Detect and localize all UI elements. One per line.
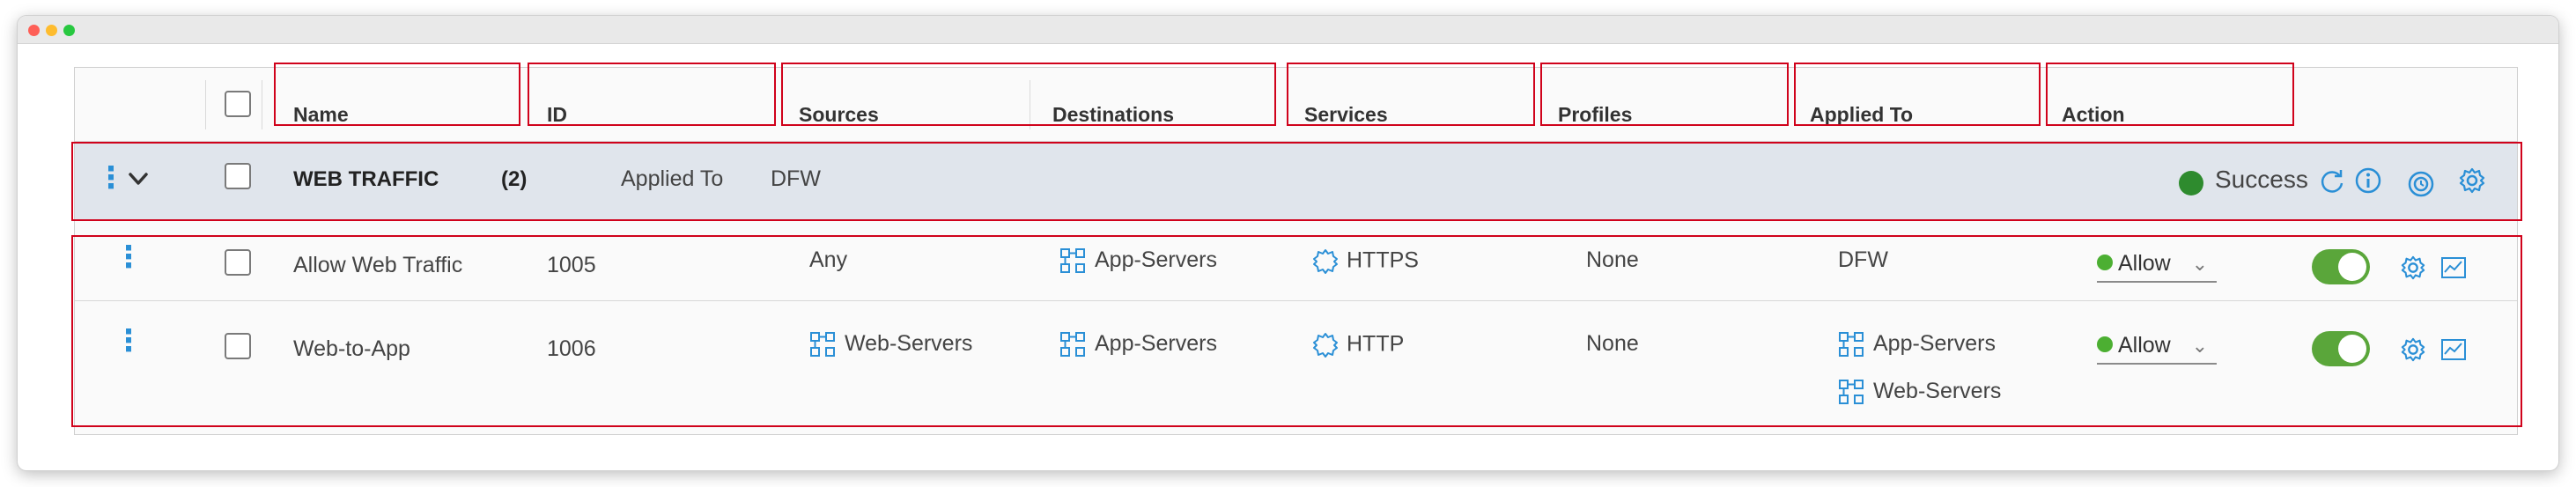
column-header-services[interactable]: Services — [1304, 103, 1388, 127]
zoom-window-button[interactable] — [63, 25, 75, 36]
column-header-sources[interactable]: Sources — [799, 103, 879, 127]
column-header-profiles[interactable]: Profiles — [1558, 103, 1632, 127]
rule-gear-icon[interactable] — [2400, 336, 2426, 367]
section-rule-count: (2) — [501, 167, 528, 191]
rule-services[interactable]: HTTPS — [1311, 247, 1419, 276]
source-group-label: Web-Servers — [845, 331, 973, 356]
rule-name[interactable]: Allow Web Traffic — [293, 253, 462, 278]
column-header-name[interactable]: Name — [293, 103, 349, 127]
rule-checkbox[interactable] — [225, 333, 251, 359]
title-bar — [18, 16, 2558, 44]
rule-sources[interactable]: Any — [809, 247, 847, 273]
rule-destinations[interactable]: App-Servers — [1059, 331, 1217, 358]
rule-applied-to[interactable]: DFW — [1838, 247, 1888, 273]
chevron-down-icon: ⌄ — [2191, 253, 2208, 275]
rule-kebab-menu-icon[interactable]: ⋮ — [114, 326, 144, 356]
allow-status-dot — [2097, 336, 2113, 353]
applied-to-group-label: Web-Servers — [1873, 379, 2002, 403]
action-value: Allow — [2118, 251, 2171, 276]
grid-header: Name ID Sources Destinations Services Pr… — [75, 63, 2517, 142]
service-icon — [1313, 249, 1338, 274]
section-applied-to-label: Applied To — [621, 166, 724, 191]
destination-group-label: App-Servers — [1095, 247, 1217, 272]
rule-destinations[interactable]: App-Servers — [1059, 247, 1217, 274]
service-icon — [1313, 333, 1338, 358]
app-window: Name ID Sources Destinations Services Pr… — [18, 16, 2558, 470]
group-icon — [1839, 380, 1864, 405]
history-icon[interactable] — [2407, 170, 2435, 203]
rule-applied-to[interactable]: App-Servers — [1838, 331, 1996, 358]
section-applied-to-value[interactable]: DFW — [771, 166, 821, 192]
rule-row[interactable]: ⋮ Web-to-App 1006 Web-Servers App-Server… — [75, 301, 2517, 411]
service-label: HTTPS — [1347, 247, 1419, 273]
chevron-down-icon[interactable] — [126, 166, 151, 196]
group-icon — [810, 332, 835, 358]
rule-gear-icon[interactable] — [2400, 255, 2426, 285]
section-status-text: Success — [2215, 166, 2308, 193]
rule-applied-to[interactable]: Web-Servers — [1838, 379, 2001, 405]
group-icon — [1060, 332, 1085, 358]
allow-status-dot — [2097, 255, 2113, 271]
info-icon[interactable] — [2354, 166, 2382, 199]
section-kebab-menu-icon[interactable]: ⋮ — [96, 163, 126, 193]
gear-icon[interactable] — [2458, 166, 2486, 199]
refresh-icon[interactable] — [2319, 168, 2345, 199]
chevron-down-icon: ⌄ — [2191, 335, 2208, 357]
firewall-rules-grid: Name ID Sources Destinations Services Pr… — [71, 63, 2522, 435]
rule-stats-chart-icon[interactable] — [2440, 336, 2467, 367]
rule-profiles: None — [1586, 331, 1639, 356]
minimize-window-button[interactable] — [46, 25, 57, 36]
rule-id: 1006 — [547, 336, 596, 361]
action-dropdown[interactable]: Allow ⌄ — [2097, 251, 2217, 283]
destination-group-label: App-Servers — [1095, 331, 1217, 356]
rule-checkbox[interactable] — [225, 249, 251, 276]
close-window-button[interactable] — [28, 25, 40, 36]
rule-services[interactable]: HTTP — [1311, 331, 1404, 359]
rule-name[interactable]: Web-to-App — [293, 336, 410, 362]
section-checkbox[interactable] — [225, 163, 251, 189]
section-name[interactable]: WEB TRAFFIC — [293, 167, 439, 192]
success-status-icon — [2178, 170, 2204, 201]
rule-enabled-toggle[interactable] — [2312, 249, 2370, 284]
group-icon — [1060, 248, 1085, 274]
select-all-checkbox[interactable] — [225, 91, 251, 117]
action-dropdown[interactable]: Allow ⌄ — [2097, 333, 2217, 365]
column-header-id[interactable]: ID — [547, 103, 567, 127]
column-header-action[interactable]: Action — [2062, 103, 2125, 127]
column-header-destinations[interactable]: Destinations — [1052, 103, 1174, 127]
policy-section-row[interactable]: ⋮ WEB TRAFFIC (2) Applied To DFW Success — [75, 142, 2517, 221]
column-header-applied-to[interactable]: Applied To — [1810, 103, 1913, 127]
rule-id: 1005 — [547, 253, 596, 277]
rule-profiles: None — [1586, 247, 1639, 272]
rule-row[interactable]: ⋮ Allow Web Traffic 1005 Any App-Servers… — [75, 221, 2517, 300]
service-label: HTTP — [1347, 331, 1405, 357]
rule-kebab-menu-icon[interactable]: ⋮ — [114, 242, 144, 272]
rule-enabled-toggle[interactable] — [2312, 331, 2370, 366]
rule-sources[interactable]: Web-Servers — [809, 331, 972, 358]
applied-to-group-label: App-Servers — [1873, 331, 1996, 356]
rule-stats-chart-icon[interactable] — [2440, 255, 2467, 285]
action-value: Allow — [2118, 333, 2171, 358]
group-icon — [1839, 332, 1864, 358]
